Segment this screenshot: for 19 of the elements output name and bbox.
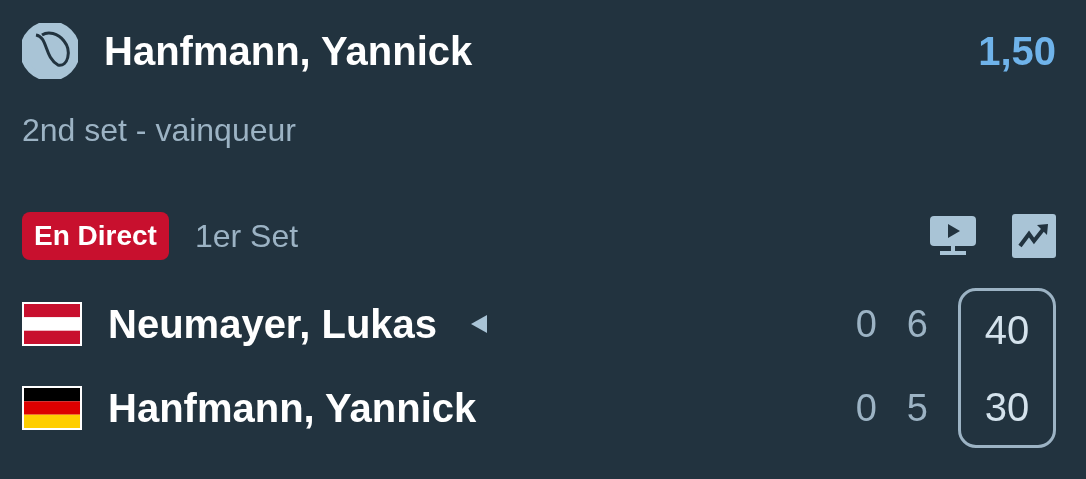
- market-label: 2nd set - vainqueur: [22, 111, 297, 150]
- serve-indicator-icon: [469, 314, 490, 334]
- odds[interactable]: 1,50: [978, 21, 1056, 81]
- game-points: 40: [984, 306, 1030, 354]
- game-points: 30: [984, 383, 1030, 431]
- player-name: Neumayer, Lukas: [108, 301, 438, 348]
- set-score: 5: [906, 385, 928, 431]
- set-score: 0: [855, 385, 877, 431]
- set-score: 0: [855, 301, 877, 347]
- period-label: 1er Set: [194, 217, 299, 256]
- tv-play-icon[interactable]: [930, 216, 976, 256]
- flag-icon: [22, 386, 82, 430]
- set-score: 6: [906, 301, 928, 347]
- flag-icon: [22, 302, 82, 346]
- player-name: Hanfmann, Yannick: [108, 385, 477, 432]
- selection-name: Hanfmann, Yannick: [104, 28, 473, 75]
- live-badge: En Direct: [22, 212, 169, 260]
- trend-chart-icon[interactable]: [1012, 214, 1056, 258]
- tennis-ball-icon: [22, 23, 78, 79]
